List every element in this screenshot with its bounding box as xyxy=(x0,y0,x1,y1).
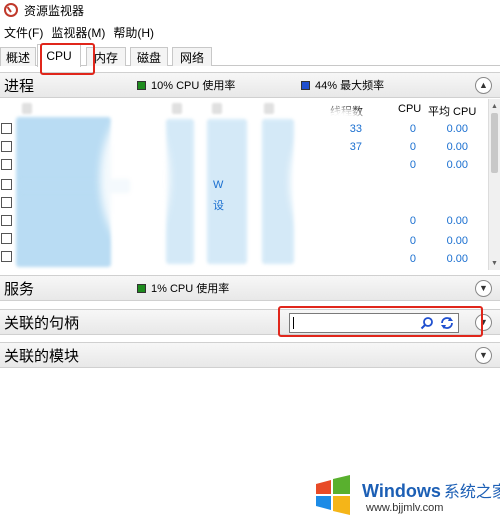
blurred-column xyxy=(207,119,247,264)
tab-disk[interactable]: 磁盘 xyxy=(130,47,168,66)
window-title: 资源监视器 xyxy=(24,3,85,18)
processes-scrollbar[interactable]: ▲ ▼ xyxy=(488,99,500,270)
menu-file[interactable]: 文件(F) xyxy=(2,24,49,41)
column-cpu[interactable]: CPU xyxy=(398,103,421,115)
chevron-down-icon: ▼ xyxy=(479,283,488,293)
avg-cpu-value: 0.00 xyxy=(446,123,468,135)
processes-header[interactable]: 进程 10% CPU 使用率 44% 最大频率 ▲ xyxy=(0,72,500,98)
modules-header[interactable]: 关联的模块 ▼ xyxy=(0,342,500,368)
title-bar: 资源监视器 xyxy=(0,0,500,20)
blurred-header xyxy=(172,103,182,114)
cpu-value: 0 xyxy=(409,141,416,153)
cpu-value: 0 xyxy=(409,235,416,247)
column-avg-cpu[interactable]: 平均 CPU xyxy=(428,103,476,119)
windows-logo-icon xyxy=(316,475,350,515)
watermark-brand-cn: 系统之家 xyxy=(443,484,500,501)
services-cpu-usage: 1% CPU 使用率 xyxy=(137,280,229,296)
cpu-value: 0 xyxy=(409,215,416,227)
avg-cpu-value: 0.00 xyxy=(446,235,468,247)
processes-table: 线程数 CPU 平均 CPU W 设 33 0 0.00 37 0 0.00 0… xyxy=(0,99,500,270)
processes-max-frequency-text: 44% 最大频率 xyxy=(315,80,385,92)
cpu-tab-highlight xyxy=(40,43,95,75)
row-checkbox[interactable] xyxy=(1,197,12,208)
search-highlight xyxy=(278,306,483,337)
watermark-url: www.bjjmlv.com xyxy=(366,502,444,514)
chevron-up-icon: ▲ xyxy=(479,80,488,90)
scroll-thumb[interactable] xyxy=(491,113,498,173)
expand-modules-button[interactable]: ▼ xyxy=(475,346,492,364)
modules-title: 关联的模块 xyxy=(4,347,80,365)
watermark-brand: Windows 系统之家 xyxy=(362,478,500,502)
collapse-processes-button[interactable]: ▲ xyxy=(475,76,492,94)
green-square-icon xyxy=(137,283,146,293)
blurred-column xyxy=(166,119,194,264)
row-checkbox[interactable] xyxy=(1,123,12,134)
processes-title: 进程 xyxy=(4,77,35,95)
cpu-value: 0 xyxy=(409,159,416,171)
threads-value: 33 xyxy=(349,123,362,135)
row-checkbox[interactable] xyxy=(1,233,12,244)
partial-text: 设 xyxy=(213,200,224,212)
avg-cpu-value: 0.00 xyxy=(446,253,468,265)
resource-monitor-icon xyxy=(4,3,18,17)
row-checkbox[interactable] xyxy=(1,215,12,226)
row-checkbox[interactable] xyxy=(1,179,12,190)
row-checkbox[interactable] xyxy=(1,251,12,262)
threads-value: 37 xyxy=(349,141,362,153)
services-title: 服务 xyxy=(4,280,35,298)
blurred-header xyxy=(212,103,222,114)
avg-cpu-value: 0.00 xyxy=(446,141,468,153)
services-cpu-usage-text: 1% CPU 使用率 xyxy=(151,283,230,295)
processes-cpu-usage: 10% CPU 使用率 xyxy=(137,77,235,93)
blurred-overlay xyxy=(100,109,170,249)
scroll-up-icon[interactable]: ▲ xyxy=(489,100,500,112)
watermark: Windows 系统之家 www.bjjmlv.com xyxy=(310,472,500,520)
tab-network[interactable]: 网络 xyxy=(172,47,212,66)
blurred-header xyxy=(22,103,32,114)
tab-overview[interactable]: 概述 xyxy=(0,47,36,66)
avg-cpu-value: 0.00 xyxy=(446,159,468,171)
blue-square-icon xyxy=(301,80,310,90)
chevron-down-icon: ▼ xyxy=(479,350,488,360)
blurred-header xyxy=(264,103,274,114)
scroll-down-icon[interactable]: ▼ xyxy=(489,257,500,269)
avg-cpu-value: 0.00 xyxy=(446,215,468,227)
row-checkbox[interactable] xyxy=(1,141,12,152)
menu-monitor[interactable]: 监视器(M) xyxy=(49,24,111,41)
watermark-brand-en: Windows xyxy=(362,481,441,501)
menu-bar: 文件(F) 监视器(M) 帮助(H) xyxy=(0,22,500,42)
menu-help[interactable]: 帮助(H) xyxy=(111,24,160,41)
handles-title: 关联的句柄 xyxy=(4,314,80,332)
blurred-column xyxy=(262,119,294,264)
cpu-value: 0 xyxy=(409,253,416,265)
cpu-value: 0 xyxy=(409,123,416,135)
processes-cpu-usage-text: 10% CPU 使用率 xyxy=(151,80,236,92)
processes-max-frequency: 44% 最大频率 xyxy=(301,77,384,93)
partial-text: W xyxy=(213,179,224,191)
row-checkbox[interactable] xyxy=(1,159,12,170)
expand-services-button[interactable]: ▼ xyxy=(475,279,492,297)
green-square-icon xyxy=(137,80,146,90)
services-header[interactable]: 服务 1% CPU 使用率 ▼ xyxy=(0,275,500,301)
